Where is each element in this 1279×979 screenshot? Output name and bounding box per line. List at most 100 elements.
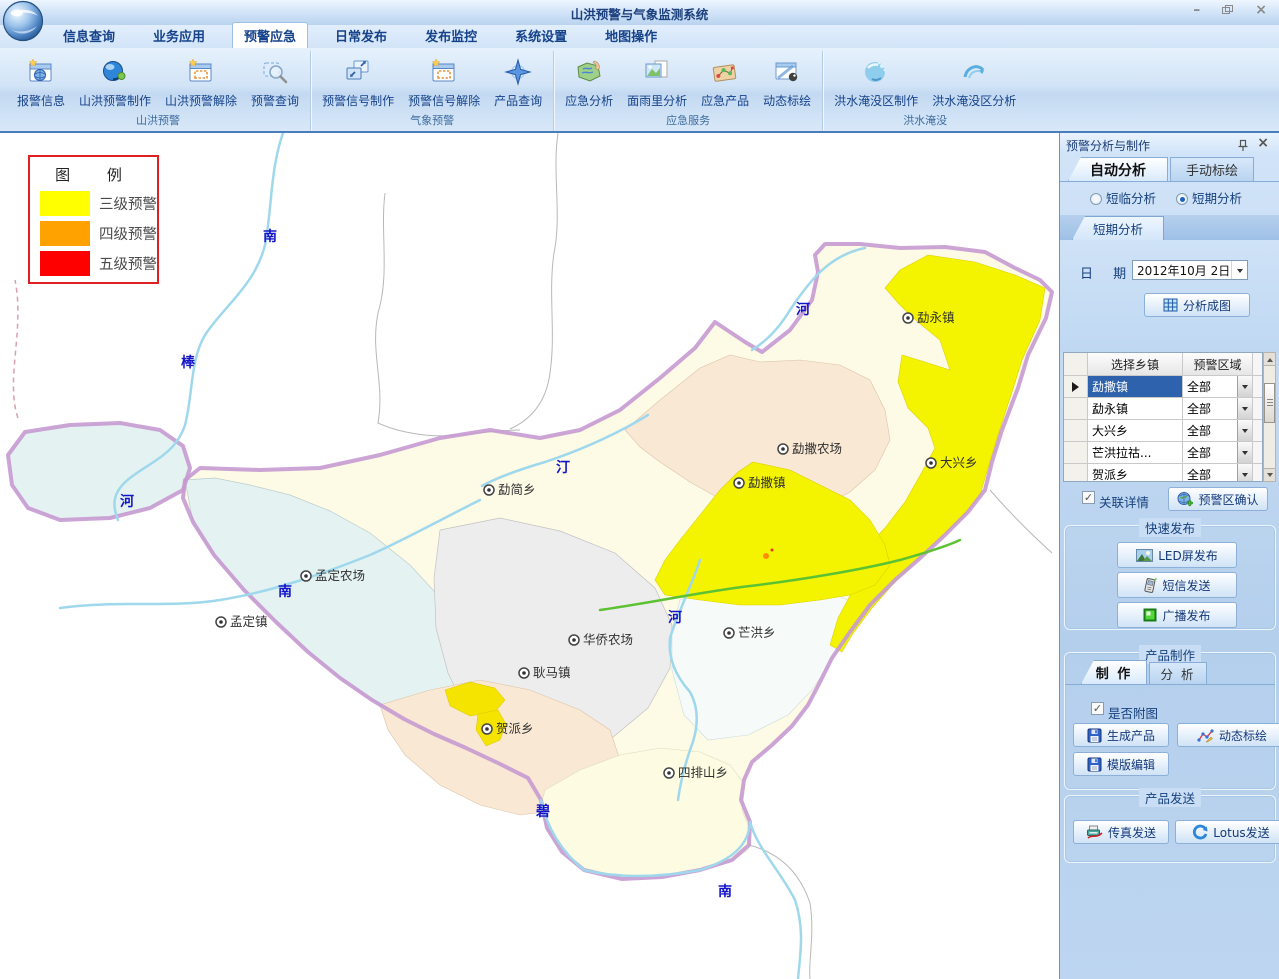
attach-map-checkbox[interactable]: ✓ — [1091, 702, 1104, 715]
tab-manual-plot[interactable]: 手动标绘 — [1170, 157, 1254, 181]
radio-short-term[interactable] — [1176, 193, 1188, 205]
svg-text:贺派乡: 贺派乡 — [496, 721, 534, 736]
svg-text:耿马镇: 耿马镇 — [533, 665, 571, 680]
menu-tab-warning-emergency[interactable]: 预警应急 — [232, 22, 308, 48]
emergency-analysis-icon — [574, 55, 604, 89]
broadcast-publish-button[interactable]: 广播发布 — [1117, 602, 1237, 628]
svg-text:孟定镇: 孟定镇 — [230, 614, 268, 629]
map-view[interactable]: 南 河 棒 河 汀 南 河 碧 南 勐永镇 勐撒农场 大兴乡 勐撒镇 勐简乡 孟… — [0, 133, 1059, 979]
panel-title: 预警分析与制作 — [1066, 137, 1150, 154]
flood-warning-clear-icon — [186, 55, 216, 89]
ribbon-group-caption: 气象预警 — [316, 110, 548, 131]
product-query-button[interactable]: 产品查询 — [488, 51, 548, 110]
region-dropdown-button[interactable] — [1237, 442, 1252, 463]
dynamic-plot-panel-button[interactable]: 动态标绘 — [1177, 723, 1279, 747]
signal-make-button[interactable]: 预警信号制作 — [316, 51, 400, 110]
generate-product-button[interactable]: 生成产品 — [1073, 723, 1169, 747]
radio-label: 短临分析 — [1106, 191, 1156, 206]
close-button-icon[interactable]: × — [1255, 3, 1267, 17]
table-row[interactable]: 大兴乡 全部 — [1064, 420, 1262, 442]
ribbon-group-caption: 山洪预警 — [11, 110, 305, 131]
svg-text:大兴乡: 大兴乡 — [940, 455, 978, 470]
led-screen-icon — [1136, 549, 1153, 562]
panel-tab-row: 自动分析 手动标绘 — [1060, 155, 1279, 182]
led-publish-button[interactable]: LED屏发布 — [1117, 542, 1237, 568]
legend-swatch-level3 — [40, 191, 90, 216]
scrollbar-thumb[interactable] — [1264, 383, 1275, 423]
ribbon-toolbar: 报警信息 山洪预警制作 — [0, 48, 1279, 133]
admin-boundary-line — [376, 193, 520, 436]
warning-analysis-panel: 预警分析与制作 × 自动分析 手动标绘 短临分析 短期分析 短期分析 日 期 2… — [1059, 133, 1279, 979]
menu-tab-info-query[interactable]: 信息查询 — [52, 23, 126, 48]
alarm-info-button[interactable]: 报警信息 — [11, 51, 71, 110]
river-label: 棒 — [181, 354, 196, 371]
dynamic-plot-button[interactable]: 动态标绘 — [757, 51, 817, 110]
table-row[interactable]: 勐永镇 全部 — [1064, 398, 1262, 420]
subtab-short-term[interactable]: 短期分析 — [1072, 216, 1164, 240]
admin-boundary-line — [749, 845, 812, 979]
menu-tab-map-operation[interactable]: 地图操作 — [594, 23, 668, 48]
svg-text:芒洪乡: 芒洪乡 — [738, 625, 776, 640]
emergency-product-button[interactable]: 应急产品 — [695, 51, 755, 110]
region-dropdown-button[interactable] — [1237, 420, 1252, 441]
date-label: 日 期 — [1080, 263, 1134, 282]
tab-analysis[interactable]: 分 析 — [1149, 662, 1207, 684]
date-dropdown[interactable]: 2012年10月 2日 — [1132, 260, 1248, 280]
rainfall-analysis-button[interactable]: 面雨里分析 — [621, 51, 693, 110]
fax-send-button[interactable]: 传真发送 — [1073, 820, 1169, 844]
table-row[interactable]: 芒洪拉祜... 全部 — [1064, 442, 1262, 464]
pin-icon[interactable] — [1237, 137, 1249, 156]
minimize-button-icon[interactable]: – — [1193, 3, 1200, 17]
floppy-save-icon — [1087, 757, 1102, 772]
link-detail-checkbox[interactable]: ✓ — [1082, 491, 1095, 504]
table-row[interactable]: 勐撒镇 全部 — [1064, 376, 1262, 398]
region-dropdown-button[interactable] — [1237, 376, 1252, 397]
river-label: 南 — [278, 583, 292, 600]
quick-publish-caption: 快速发布 — [1139, 518, 1201, 537]
svg-text:勐简乡: 勐简乡 — [498, 482, 536, 497]
warning-query-button[interactable]: 预警查询 — [245, 51, 305, 110]
panel-close-icon[interactable]: × — [1257, 135, 1269, 151]
emergency-analysis-button[interactable]: 应急分析 — [559, 51, 619, 110]
menu-tab-system-settings[interactable]: 系统设置 — [504, 23, 578, 48]
app-window: 山洪预警与气象监测系统 – × 信息查询 业务应用 预警应急 日常发布 发布监控… — [0, 0, 1279, 979]
table-scrollbar[interactable] — [1263, 352, 1276, 482]
radio-short-nowcast[interactable] — [1090, 193, 1102, 205]
menu-tab-business[interactable]: 业务应用 — [142, 23, 216, 48]
confirm-warning-region-button[interactable]: 预警区确认 — [1168, 487, 1268, 511]
west-lobe-region[interactable] — [8, 423, 190, 520]
legend-title: 图 例 — [36, 164, 157, 185]
analyze-map-button[interactable]: 分析成图 — [1144, 293, 1250, 317]
menu-tab-publish-monitor[interactable]: 发布监控 — [414, 23, 488, 48]
lotus-send-button[interactable]: Lotus发送 — [1175, 820, 1279, 844]
subtab-band: 短期分析 — [1060, 215, 1279, 240]
product-make-tab-row: 制 作 分 析 — [1065, 659, 1275, 685]
signal-clear-button[interactable]: 预警信号解除 — [402, 51, 486, 110]
flood-warning-clear-button[interactable]: 山洪预警解除 — [159, 51, 243, 110]
ribbon-group-flood-warning: 报警信息 山洪预警制作 — [6, 51, 310, 131]
template-edit-button[interactable]: 模版编辑 — [1073, 752, 1169, 776]
region-dropdown-button[interactable] — [1237, 464, 1252, 482]
flood-zone-make-button[interactable]: 洪水淹没区制作 — [828, 51, 924, 110]
scroll-down-icon[interactable] — [1264, 468, 1275, 481]
flood-warning-make-button[interactable]: 山洪预警制作 — [73, 51, 157, 110]
restore-button-icon[interactable] — [1222, 5, 1233, 15]
table-row[interactable]: 贺派乡 全部 — [1064, 464, 1262, 482]
tab-auto-analysis[interactable]: 自动分析 — [1068, 157, 1168, 181]
svg-text:四排山乡: 四排山乡 — [678, 765, 728, 780]
floppy-save-icon — [1087, 728, 1102, 743]
sms-send-button[interactable]: 短信发送 — [1117, 572, 1237, 598]
region-dropdown-button[interactable] — [1237, 398, 1252, 419]
admin-boundary-line — [990, 490, 1052, 553]
table-header-row: 选择乡镇 预警区域 — [1064, 353, 1262, 376]
col-header-township: 选择乡镇 — [1088, 353, 1183, 375]
attach-map-label: 是否附图 — [1108, 703, 1158, 722]
quick-publish-group: 快速发布 LED屏发布 短信发送 — [1064, 525, 1276, 630]
ribbon-group-caption: 应急服务 — [559, 110, 817, 131]
tab-make[interactable]: 制 作 — [1081, 660, 1147, 684]
flood-zone-analysis-button[interactable]: 洪水淹没区分析 — [926, 51, 1022, 110]
scroll-up-icon[interactable] — [1264, 353, 1275, 366]
menu-tab-daily-publish[interactable]: 日常发布 — [324, 23, 398, 48]
grid-icon — [1163, 298, 1178, 312]
township-table[interactable]: 选择乡镇 预警区域 勐撒镇 全部 勐永镇 全部 大兴乡 — [1063, 352, 1263, 482]
